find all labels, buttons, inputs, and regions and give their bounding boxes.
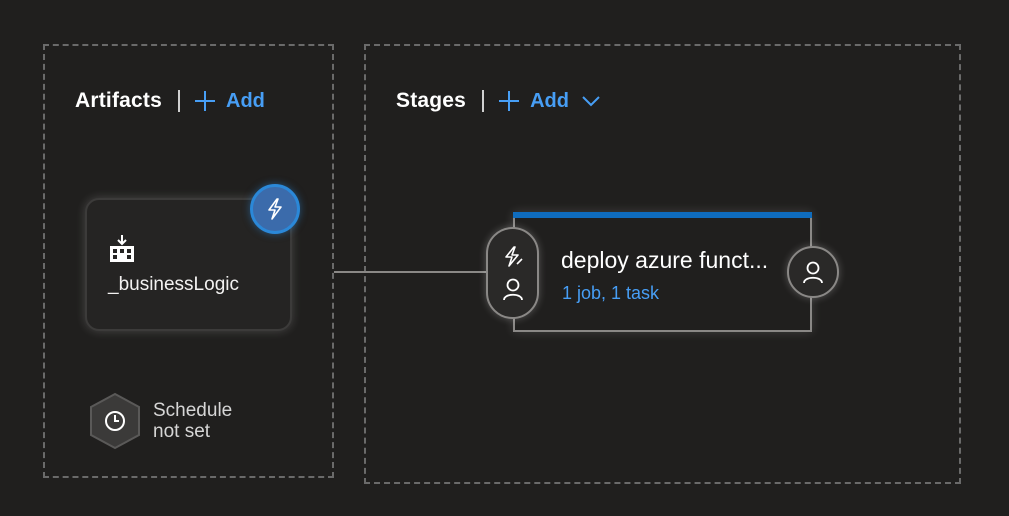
- add-artifact-label: Add: [226, 89, 265, 112]
- schedule-trigger[interactable]: [88, 392, 142, 450]
- artifacts-title: Artifacts: [75, 89, 162, 112]
- header-separator: [178, 90, 180, 112]
- stages-title: Stages: [396, 89, 467, 112]
- person-icon: [502, 278, 523, 301]
- schedule-line-1: Schedule: [153, 400, 233, 421]
- pipeline-connector: [334, 271, 487, 273]
- stage-status-bar: [513, 212, 812, 218]
- add-stage-label: Add: [530, 89, 569, 112]
- stage-name[interactable]: deploy azure funct...: [561, 247, 768, 274]
- plus-icon: [499, 91, 520, 111]
- schedule-line-2: not set: [153, 421, 211, 442]
- schedule-status[interactable]: Schedule not set: [153, 400, 232, 442]
- post-deployment-conditions[interactable]: [787, 246, 839, 298]
- build-artifact-icon: [110, 235, 134, 262]
- person-icon: [803, 261, 823, 284]
- add-stage-button[interactable]: Add: [498, 90, 601, 113]
- header-separator: [482, 90, 485, 112]
- add-artifact-button[interactable]: Add: [194, 90, 265, 113]
- pre-deployment-conditions[interactable]: [486, 227, 539, 319]
- lightning-icon: [504, 246, 523, 267]
- chevron-down-icon[interactable]: [581, 94, 601, 108]
- lightning-icon: [268, 198, 282, 220]
- artifact-name[interactable]: _businessLogic: [108, 274, 239, 296]
- artifacts-header: Artifacts Add: [75, 86, 265, 116]
- plus-icon: [195, 91, 215, 111]
- stage-tasks-link[interactable]: 1 job, 1 task: [562, 283, 659, 304]
- continuous-deployment-trigger[interactable]: [250, 184, 300, 234]
- stages-header: Stages Add: [396, 86, 601, 116]
